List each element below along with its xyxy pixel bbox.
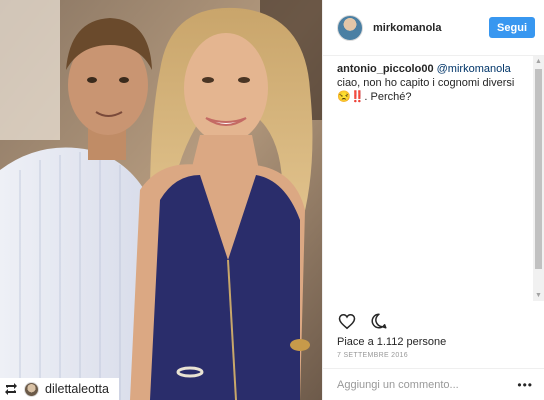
comments-list: antonio_piccolo00 @mirkomanola ciao, non…: [337, 62, 527, 104]
instagram-post-window: dilettaleotta mirkomanola Segui antonio_…: [0, 0, 544, 400]
post-photo[interactable]: dilettaleotta: [0, 0, 322, 400]
scroll-thumb[interactable]: [535, 69, 542, 269]
repost-badge[interactable]: dilettaleotta: [0, 378, 119, 400]
scroll-down-arrow-icon[interactable]: ▼: [533, 290, 544, 301]
comment-username[interactable]: antonio_piccolo00: [337, 63, 434, 75]
follow-button[interactable]: Segui: [489, 17, 535, 38]
author-avatar[interactable]: [337, 14, 363, 41]
repost-avatar: [24, 381, 39, 397]
comments-scrollbar[interactable]: ▲ ▼: [533, 56, 544, 301]
repost-icon: [4, 382, 18, 396]
comment-item: antonio_piccolo00 @mirkomanola ciao, non…: [337, 62, 527, 104]
comment-mention[interactable]: @mirkomanola: [437, 63, 511, 75]
scroll-up-arrow-icon[interactable]: ▲: [533, 56, 544, 67]
repost-username: dilettaleotta: [45, 382, 109, 396]
speech-bubble-icon[interactable]: [369, 311, 389, 331]
likes-count[interactable]: Piace a 1.112 persone: [337, 336, 446, 348]
comment-text: ciao, non ho capito i cognomi diversi😒‼️…: [337, 77, 515, 103]
more-options-button[interactable]: •••: [517, 378, 533, 392]
post-date: 7 SETTEMBRE 2016: [337, 352, 408, 359]
post-actions: [337, 310, 389, 332]
post-header: mirkomanola Segui: [323, 0, 544, 56]
add-comment-bar: •••: [323, 368, 544, 400]
author-username[interactable]: mirkomanola: [373, 22, 489, 34]
post-details-panel: mirkomanola Segui antonio_piccolo00 @mir…: [322, 0, 544, 400]
heart-icon[interactable]: [337, 311, 357, 331]
post-photo-illustration: [0, 0, 322, 400]
comment-input[interactable]: [337, 378, 518, 391]
